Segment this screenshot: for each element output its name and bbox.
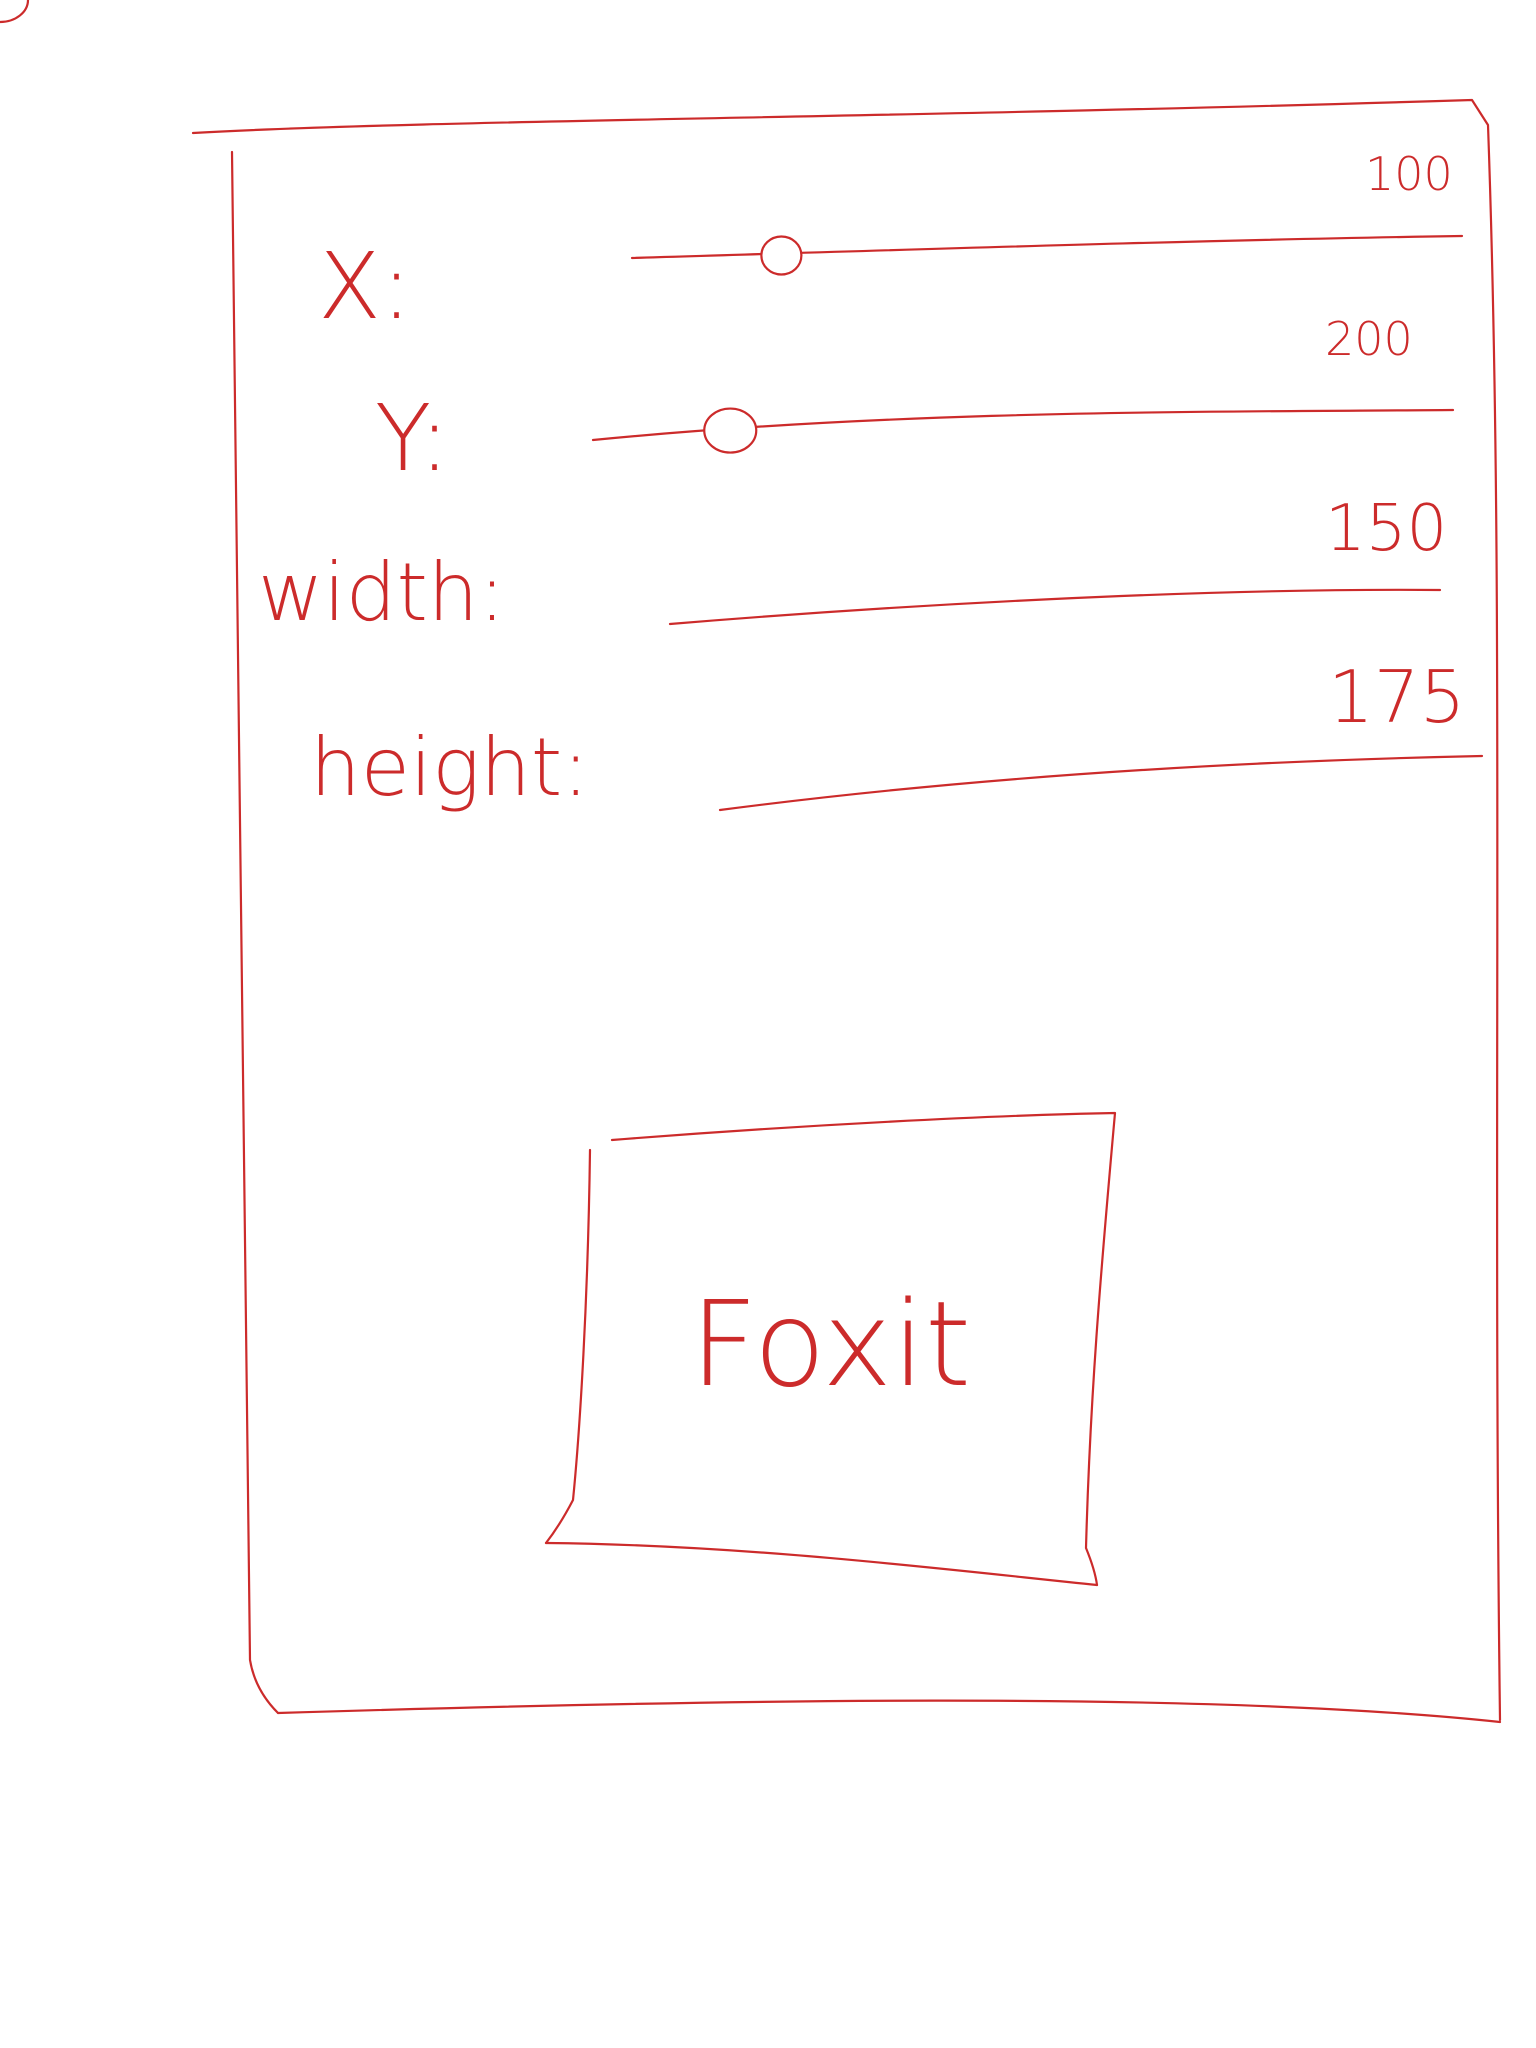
wireframe-sketch: X: 100 Y: 200 width: 150 height: 175 Fox… [0,0,1502,1724]
slider-track [630,234,1464,260]
preview-box: Foxit [544,1111,1117,1587]
slider-thumb[interactable] [760,235,803,276]
slider-label: width: [258,546,505,639]
slider-y[interactable]: Y: 200 [375,312,1455,492]
slider-x[interactable]: X: 100 [318,147,1464,340]
slider-height[interactable]: height: 175 [0,0,1484,814]
slider-max-label: 150 [1325,492,1447,566]
slider-thumb[interactable] [703,407,758,454]
slider-track [718,754,1484,812]
preview-text: Foxit [690,1275,971,1413]
slider-thumb[interactable] [0,0,30,24]
slider-max-label: 200 [1325,312,1413,366]
slider-max-label: 175 [1328,655,1465,739]
slider-track [668,588,1442,626]
slider-label: height: [310,721,589,814]
slider-width[interactable]: width: 150 [0,0,1447,639]
slider-max-label: 100 [1365,147,1453,201]
slider-label: X: [318,233,412,340]
outer-panel [191,98,1502,1724]
slider-label: Y: [375,385,450,492]
